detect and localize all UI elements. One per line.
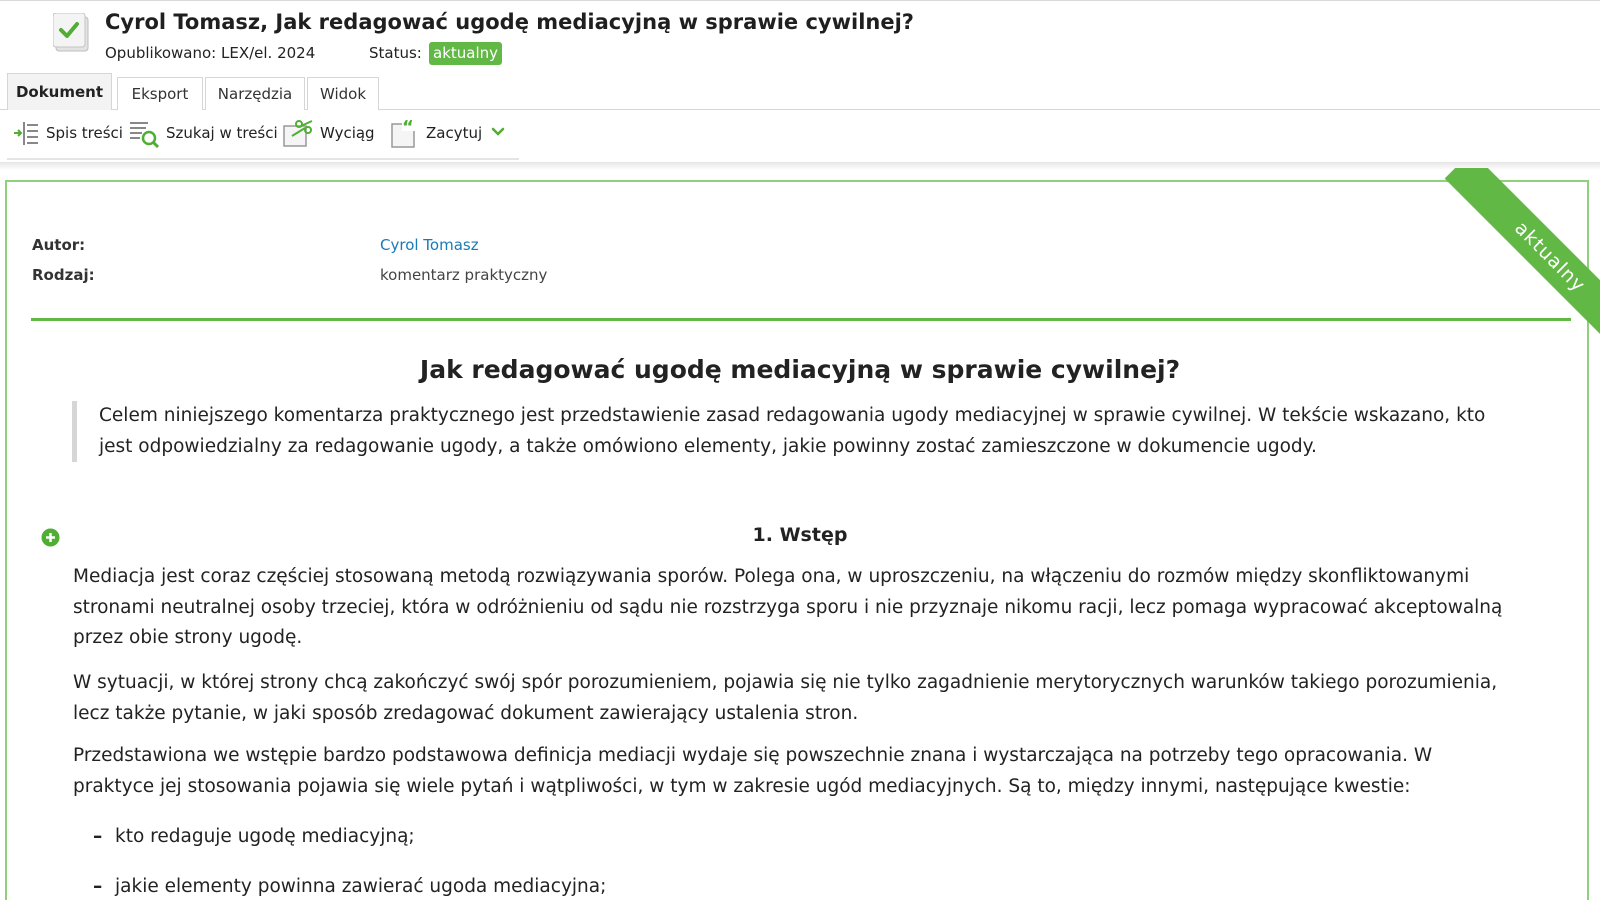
list-item-text: kto redaguje ugodę mediacyjną; bbox=[115, 826, 415, 847]
list-marker: – bbox=[93, 876, 103, 897]
extract-icon bbox=[283, 120, 313, 147]
paragraph: W sytuacji, w której strony chcą zakończ… bbox=[73, 672, 1498, 724]
list-item-text: jakie elementy powinna zawierać ugoda me… bbox=[115, 876, 607, 897]
tab-widok[interactable]: Widok bbox=[307, 77, 379, 110]
meta-divider bbox=[31, 318, 1571, 321]
search-in-text-label: Szukaj w treści bbox=[166, 124, 278, 142]
type-label: Rodzaj: bbox=[32, 266, 95, 284]
extract-label: Wyciąg bbox=[320, 124, 375, 142]
status-ribbon-text: aktualny bbox=[1444, 168, 1600, 363]
list-marker: – bbox=[93, 826, 103, 847]
cite-label: Zacytuj bbox=[426, 124, 483, 142]
extract-button[interactable]: Wyciąg bbox=[282, 118, 375, 148]
toolbar-underline bbox=[7, 158, 519, 160]
chevron-down-icon[interactable] bbox=[490, 124, 506, 140]
paragraph: Przedstawiona we wstępie bardzo podstawo… bbox=[73, 745, 1433, 797]
published-info: Opublikowano: LEX/el. 2024 bbox=[105, 44, 316, 62]
svg-text:“: “ bbox=[402, 118, 414, 138]
paragraph: Mediacja jest coraz częściej stosowaną m… bbox=[73, 566, 1503, 648]
cite-button[interactable]: “ Zacytuj bbox=[390, 118, 482, 148]
search-in-text-icon bbox=[130, 122, 160, 148]
author-label: Autor: bbox=[32, 236, 86, 254]
type-value: komentarz praktyczny bbox=[380, 266, 548, 284]
section-title: 1. Wstęp bbox=[752, 524, 848, 546]
toc-button[interactable]: Spis treści bbox=[12, 118, 123, 148]
checked-document-icon bbox=[53, 13, 89, 52]
tab-eksport[interactable]: Eksport bbox=[117, 77, 203, 110]
list-item: – kto redaguje ugodę mediacyjną; bbox=[93, 826, 415, 847]
search-in-text-button[interactable]: Szukaj w treści bbox=[128, 118, 278, 148]
top-border bbox=[0, 0, 1600, 1]
status-label: Status: bbox=[369, 44, 422, 62]
document-title: Jak redagować ugodę mediacyjną w sprawie… bbox=[419, 355, 1181, 384]
header-separator bbox=[0, 162, 1600, 170]
tab-dokument[interactable]: Dokument bbox=[7, 73, 112, 110]
status-badge: aktualny bbox=[429, 42, 503, 65]
quote-icon: “ bbox=[391, 118, 418, 148]
document-header-title: Cyrol Tomasz, Jak redagować ugodę mediac… bbox=[105, 10, 914, 34]
list-item: – jakie elementy powinna zawierać ugoda m… bbox=[93, 876, 606, 897]
tab-narzedzia[interactable]: Narzędzia bbox=[205, 77, 305, 110]
table-of-contents-icon bbox=[14, 122, 38, 145]
document-lead: Celem niniejszego komentarza praktyczneg… bbox=[72, 401, 1512, 462]
status-ribbon: aktualny bbox=[1400, 168, 1600, 368]
toc-label: Spis treści bbox=[46, 124, 123, 142]
author-link[interactable]: Cyrol Tomasz bbox=[380, 236, 479, 254]
